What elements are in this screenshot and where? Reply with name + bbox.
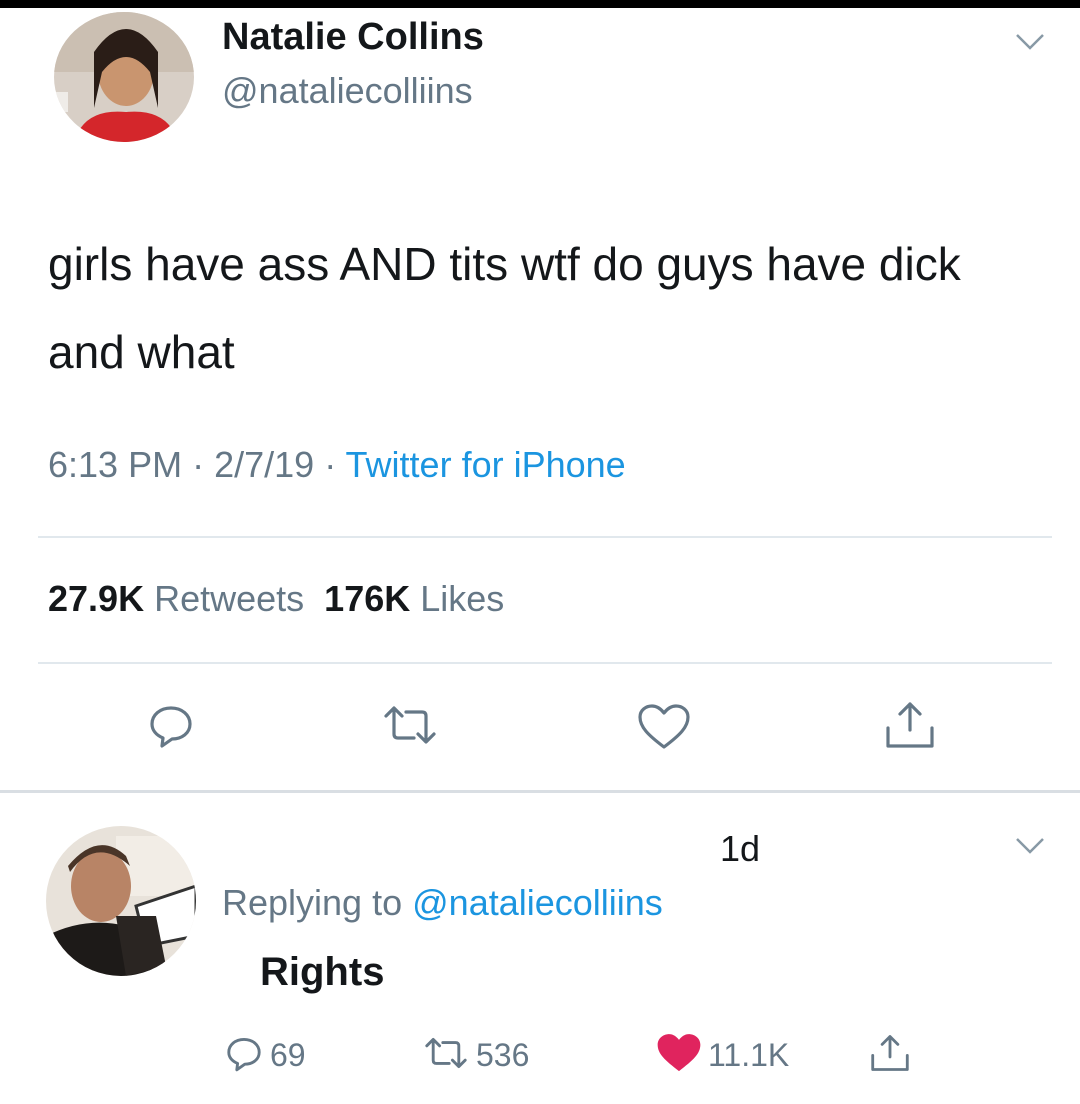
likes-count: 176K	[324, 578, 411, 619]
retweet-icon	[422, 1034, 470, 1077]
divider	[38, 536, 1052, 538]
reply-time-ago[interactable]: 1d	[720, 828, 760, 870]
share-icon	[868, 1031, 912, 1080]
reply-reply-action[interactable]: 69	[224, 1030, 306, 1080]
author-handle[interactable]: @nataliecolliins	[222, 70, 473, 112]
reply-icon	[224, 1033, 264, 1078]
reply-like-action[interactable]: 11.1K	[656, 1030, 789, 1080]
reply-share-action[interactable]	[868, 1030, 912, 1080]
author-avatar[interactable]	[54, 12, 194, 142]
retweets-label: Retweets	[154, 578, 305, 619]
divider	[38, 662, 1052, 664]
tweet-time[interactable]: 6:13 PM	[48, 444, 182, 485]
reply-icon[interactable]	[146, 700, 196, 755]
likes-stat[interactable]: 176K Likes	[324, 578, 504, 619]
heart-filled-icon	[656, 1033, 702, 1078]
replying-to-mention[interactable]: @nataliecolliins	[412, 882, 663, 923]
like-count: 11.1K	[708, 1036, 790, 1073]
reply-count: 69	[270, 1036, 306, 1073]
tweet-text: girls have ass AND tits wtf do guys have…	[48, 238, 961, 378]
replier-avatar[interactable]	[46, 826, 196, 976]
author-display-name[interactable]: Natalie Collins	[222, 16, 484, 59]
top-edge-bar	[0, 0, 1080, 8]
tweet-date[interactable]: 2/7/19	[214, 444, 314, 485]
reply-retweet-action[interactable]: 536	[422, 1030, 529, 1080]
meta-separator: ·	[192, 444, 215, 485]
retweet-icon[interactable]	[380, 702, 440, 753]
likes-label: Likes	[420, 578, 505, 619]
tweet-source-link[interactable]: Twitter for iPhone	[346, 444, 626, 485]
share-icon[interactable]	[882, 698, 938, 757]
heart-icon[interactable]	[636, 703, 692, 756]
replying-to-line: Replying to @nataliecolliins	[222, 882, 663, 924]
chevron-down-icon[interactable]	[1014, 32, 1046, 57]
tweet-meta: 6:13 PM · 2/7/19 · Twitter for iPhone	[48, 444, 626, 486]
chevron-down-icon[interactable]	[1014, 836, 1046, 861]
retweets-stat[interactable]: 27.9K Retweets	[48, 578, 304, 619]
retweets-count: 27.9K	[48, 578, 145, 619]
retweet-count: 536	[476, 1036, 530, 1073]
replying-prefix: Replying to	[222, 882, 403, 923]
reply-text: Rights	[260, 950, 385, 994]
tweet-stats: 27.9K Retweets 176K Likes	[48, 578, 504, 620]
section-divider	[0, 790, 1080, 793]
meta-separator: ·	[324, 444, 346, 485]
